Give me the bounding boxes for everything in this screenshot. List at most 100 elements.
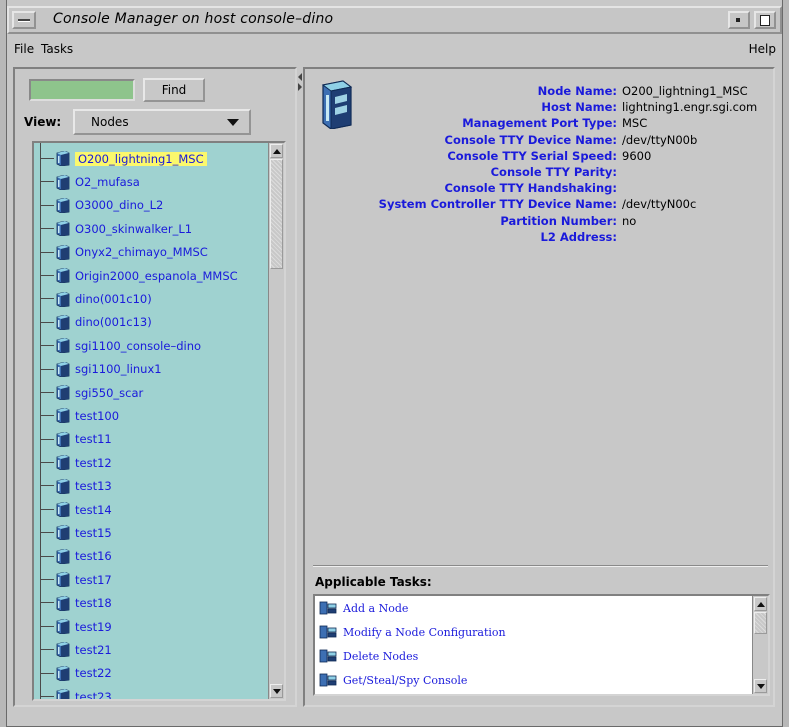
detail-value: /dev/ttyN00b <box>622 132 698 147</box>
tree-node-label: dino(001c13) <box>75 315 152 330</box>
node-icon <box>56 572 70 588</box>
task-label: Add a Node <box>343 601 409 615</box>
detail-key: System Controller TTY Device Name: <box>378 197 617 212</box>
maximize-button[interactable] <box>754 11 776 29</box>
tree-node-label: test22 <box>75 666 112 681</box>
collapse-left-icon[interactable] <box>298 73 302 81</box>
task-item[interactable]: Get/Steal/Spy Console <box>315 668 768 692</box>
tree-node-item[interactable]: test12 <box>34 451 270 474</box>
tree-node-item[interactable]: O200_lightning1_MSC <box>34 147 270 170</box>
detail-value: /dev/ttyN00c <box>622 197 697 212</box>
tree-node-item[interactable]: test13 <box>34 474 270 497</box>
tree-node-item[interactable]: test23 <box>34 685 270 701</box>
find-input[interactable] <box>29 79 135 101</box>
task-item[interactable]: Modify a Node Configuration <box>315 620 768 644</box>
detail-key: Host Name: <box>541 100 617 115</box>
node-icon <box>56 619 70 634</box>
tree-node-label: test21 <box>75 642 112 657</box>
detail-value: MSC <box>622 116 648 131</box>
detail-row: System Controller TTY Device Name: /dev/t… <box>305 196 769 212</box>
node-icon <box>56 385 70 401</box>
tree-node-label: Onyx2_chimayo_MMSC <box>75 245 208 260</box>
tree-node-item[interactable]: test18 <box>34 591 270 614</box>
tree-node-item[interactable]: test14 <box>34 498 270 521</box>
node-icon <box>56 408 70 424</box>
menu-help[interactable]: Help <box>749 42 776 56</box>
tree-node-item[interactable]: dino(001c10) <box>34 287 270 310</box>
node-icon <box>56 338 70 354</box>
tree-node-label: test12 <box>75 455 112 470</box>
tree-node-item[interactable]: test16 <box>34 545 270 568</box>
node-icon <box>56 665 70 681</box>
window-menu-icon <box>18 19 30 22</box>
tree-node-label: O300_skinwalker_L1 <box>75 221 193 236</box>
minimize-icon <box>736 18 740 22</box>
arrow-up-icon <box>757 602 765 607</box>
scroll-up-button[interactable] <box>270 144 283 158</box>
window-menu-button[interactable] <box>12 11 36 29</box>
tree-node-item[interactable]: sgi1100_linux1 <box>34 358 270 381</box>
tree-node-item[interactable]: O300_skinwalker_L1 <box>34 217 270 240</box>
tree-node-label: test13 <box>75 479 112 494</box>
tree-node-item[interactable]: test17 <box>34 568 270 591</box>
tree-node-item[interactable]: sgi1100_console–dino <box>34 334 270 357</box>
find-button[interactable]: Find <box>143 78 205 102</box>
tree-node-item[interactable]: test100 <box>34 404 270 427</box>
task-icon <box>319 625 337 639</box>
section-divider <box>313 565 768 567</box>
task-label: Get/Steal/Spy Console <box>343 673 468 687</box>
view-dropdown[interactable]: Nodes <box>73 109 251 135</box>
tree-node-item[interactable]: Onyx2_chimayo_MMSC <box>34 241 270 264</box>
detail-row: Host Name: lightning1.engr.sgi.com <box>305 99 769 115</box>
scroll-down-button[interactable] <box>270 684 283 698</box>
menu-file[interactable]: File <box>14 42 34 56</box>
detail-row: Node Name: O200_lightning1_MSC <box>305 83 769 99</box>
task-item[interactable]: Delete Nodes <box>315 644 768 668</box>
detail-key: Console TTY Handshaking: <box>444 181 617 196</box>
task-label: Modify a Node Configuration <box>343 625 506 639</box>
window-title: Console Manager on host console–dino <box>53 11 334 27</box>
tree-node-label: test14 <box>75 502 112 517</box>
task-icon <box>319 601 337 615</box>
tree-node-item[interactable]: test11 <box>34 428 270 451</box>
tree-node-item[interactable]: test15 <box>34 521 270 544</box>
chevron-down-icon <box>227 119 239 126</box>
collapse-right-icon[interactable] <box>298 83 302 91</box>
node-tree-scrollbar[interactable] <box>268 143 284 699</box>
node-icon <box>56 221 70 237</box>
tree-node-item[interactable]: dino(001c13) <box>34 311 270 334</box>
tasks-scrollbar[interactable] <box>752 596 768 694</box>
minimize-button[interactable] <box>728 11 750 29</box>
tree-node-item[interactable]: sgi550_scar <box>34 381 270 404</box>
tree-node-label: test23 <box>75 689 112 701</box>
node-icon <box>56 548 70 564</box>
node-icon <box>56 525 70 541</box>
detail-row: Console TTY Serial Speed: 9600 <box>305 148 769 164</box>
tree-node-label: Origin2000_espanola_MMSC <box>75 268 238 283</box>
detail-row: Console TTY Parity: <box>305 164 769 180</box>
detail-key: Partition Number: <box>500 213 617 228</box>
menu-tasks[interactable]: Tasks <box>41 42 73 56</box>
node-icon <box>56 689 70 699</box>
scroll-down-button[interactable] <box>754 679 767 693</box>
tree-node-item[interactable]: O2_mufasa <box>34 170 270 193</box>
task-item[interactable]: Add a Node <box>315 596 768 620</box>
tree-node-item[interactable]: test19 <box>34 615 270 638</box>
tree-node-label: test100 <box>75 408 120 423</box>
tree-node-label: test16 <box>75 549 112 564</box>
scroll-thumb[interactable] <box>270 159 283 269</box>
scroll-up-button[interactable] <box>754 597 767 611</box>
title-bar[interactable]: Console Manager on host console–dino <box>7 6 782 34</box>
tree-node-item[interactable]: Origin2000_espanola_MMSC <box>34 264 270 287</box>
arrow-down-icon <box>273 689 281 694</box>
detail-row: L2 Address: <box>305 229 769 245</box>
tree-node-label: sgi550_scar <box>75 385 144 400</box>
tree-node-item[interactable]: O3000_dino_L2 <box>34 194 270 217</box>
node-icon <box>56 197 70 213</box>
tree-node-label: O2_mufasa <box>75 175 140 190</box>
tree-node-item[interactable]: test21 <box>34 638 270 661</box>
tree-node-item[interactable]: test22 <box>34 662 270 685</box>
scroll-thumb[interactable] <box>754 612 767 634</box>
view-label: View: <box>24 115 62 129</box>
node-details-panel: Node Name: O200_lightning1_MSC Host Name: l… <box>303 67 775 707</box>
